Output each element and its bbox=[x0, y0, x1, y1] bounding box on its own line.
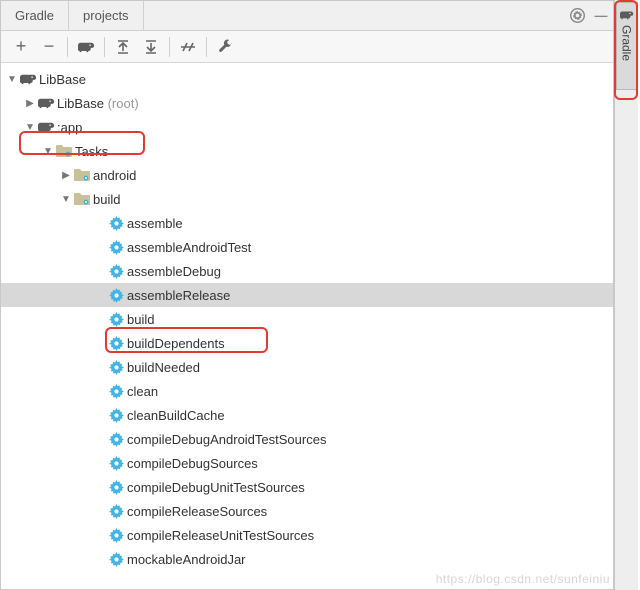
tree-label: assembleDebug bbox=[125, 264, 221, 279]
tree-label: LibBase (root) bbox=[55, 96, 139, 111]
remove-button[interactable]: − bbox=[35, 33, 63, 61]
task-assembleRelease[interactable]: assembleRelease bbox=[1, 283, 613, 307]
task-compileReleaseSources[interactable]: compileReleaseSources bbox=[1, 499, 613, 523]
tree-group-build[interactable]: ▼ build bbox=[1, 187, 613, 211]
gear-icon bbox=[107, 504, 125, 519]
gradle-tree[interactable]: ▼LibBase▶LibBase (root)▼:app▼Tasks▶andro… bbox=[1, 63, 613, 589]
watermark: https://blog.csdn.net/sunfeiniu bbox=[436, 572, 610, 586]
tree-label: build bbox=[125, 312, 154, 327]
folder-icon bbox=[73, 192, 91, 206]
disclosure-arrow-icon: ▼ bbox=[23, 122, 37, 133]
tree-label: buildNeeded bbox=[125, 360, 200, 375]
tree-label: mockableAndroidJar bbox=[125, 552, 246, 567]
folder-icon bbox=[73, 168, 91, 182]
elephant-icon bbox=[37, 96, 55, 110]
gear-icon bbox=[107, 384, 125, 399]
elephant-icon bbox=[19, 72, 37, 86]
gear-icon bbox=[107, 312, 125, 327]
gear-icon bbox=[107, 480, 125, 495]
task-buildNeeded[interactable]: buildNeeded bbox=[1, 355, 613, 379]
gear-icon bbox=[107, 240, 125, 255]
task-assembleDebug[interactable]: assembleDebug bbox=[1, 259, 613, 283]
task-buildDependents[interactable]: buildDependents bbox=[1, 331, 613, 355]
gear-icon bbox=[107, 360, 125, 375]
tree-label: build bbox=[91, 192, 120, 207]
add-button[interactable]: + bbox=[7, 33, 35, 61]
gear-icon bbox=[107, 408, 125, 423]
tree-label: compileDebugUnitTestSources bbox=[125, 480, 305, 495]
gear-icon bbox=[107, 456, 125, 471]
collapse-all-button[interactable] bbox=[137, 33, 165, 61]
elephant-icon bbox=[37, 120, 55, 134]
task-clean[interactable]: clean bbox=[1, 379, 613, 403]
gear-icon bbox=[107, 288, 125, 303]
tree-label: assembleAndroidTest bbox=[125, 240, 251, 255]
minimize-icon[interactable]: — bbox=[589, 8, 613, 23]
tab-gradle[interactable]: Gradle bbox=[1, 1, 69, 30]
task-compileReleaseUnitTestSources[interactable]: compileReleaseUnitTestSources bbox=[1, 523, 613, 547]
task-compileDebugUnitTestSources[interactable]: compileDebugUnitTestSources bbox=[1, 475, 613, 499]
tree-label: compileReleaseSources bbox=[125, 504, 267, 519]
gear-icon bbox=[107, 528, 125, 543]
tree-label: assemble bbox=[125, 216, 183, 231]
tree-group-android[interactable]: ▶ android bbox=[1, 163, 613, 187]
task-build[interactable]: build bbox=[1, 307, 613, 331]
toolbar: + − bbox=[1, 31, 613, 63]
tree-tasks-folder[interactable]: ▼ Tasks bbox=[1, 139, 613, 163]
disclosure-arrow-icon: ▼ bbox=[59, 194, 73, 205]
tree-label: buildDependents bbox=[125, 336, 225, 351]
disclosure-arrow-icon: ▶ bbox=[23, 98, 37, 109]
task-assemble[interactable]: assemble bbox=[1, 211, 613, 235]
disclosure-arrow-icon: ▶ bbox=[59, 170, 73, 181]
gear-icon bbox=[107, 216, 125, 231]
task-compileDebugSources[interactable]: compileDebugSources bbox=[1, 451, 613, 475]
tree-label: clean bbox=[125, 384, 158, 399]
expand-all-button[interactable] bbox=[109, 33, 137, 61]
tree-module-app[interactable]: ▼ :app bbox=[1, 115, 613, 139]
task-assembleAndroidTest[interactable]: assembleAndroidTest bbox=[1, 235, 613, 259]
settings-icon[interactable] bbox=[565, 8, 589, 23]
side-tab-gradle[interactable]: Gradle bbox=[616, 2, 638, 90]
task-compileDebugAndroidTestSources[interactable]: compileDebugAndroidTestSources bbox=[1, 427, 613, 451]
tree-module-libbase-root[interactable]: ▶ LibBase (root) bbox=[1, 91, 613, 115]
tree-label: :app bbox=[55, 120, 82, 135]
gear-icon bbox=[107, 552, 125, 567]
tree-label: android bbox=[91, 168, 136, 183]
gear-icon bbox=[107, 264, 125, 279]
task-mockableAndroidJar[interactable]: mockableAndroidJar bbox=[1, 547, 613, 571]
tree-label: LibBase bbox=[37, 72, 86, 87]
gear-icon bbox=[107, 336, 125, 351]
tab-bar: Gradle projects — bbox=[1, 1, 613, 31]
task-cleanBuildCache[interactable]: cleanBuildCache bbox=[1, 403, 613, 427]
tree-label: cleanBuildCache bbox=[125, 408, 225, 423]
tree-label: compileDebugSources bbox=[125, 456, 258, 471]
tree-root-libbase[interactable]: ▼ LibBase bbox=[1, 67, 613, 91]
gear-icon bbox=[107, 432, 125, 447]
wrench-button[interactable] bbox=[211, 33, 239, 61]
tab-projects[interactable]: projects bbox=[69, 1, 144, 30]
run-gradle-button[interactable] bbox=[72, 33, 100, 61]
toggle-offline-button[interactable] bbox=[174, 33, 202, 61]
tree-label: Tasks bbox=[73, 144, 108, 159]
tree-label: assembleRelease bbox=[125, 288, 230, 303]
tree-label: compileReleaseUnitTestSources bbox=[125, 528, 314, 543]
tree-label: compileDebugAndroidTestSources bbox=[125, 432, 326, 447]
disclosure-arrow-icon: ▼ bbox=[5, 74, 19, 85]
right-tool-strip: Gradle bbox=[614, 0, 638, 590]
folder-icon bbox=[55, 144, 73, 158]
disclosure-arrow-icon: ▼ bbox=[41, 146, 55, 157]
